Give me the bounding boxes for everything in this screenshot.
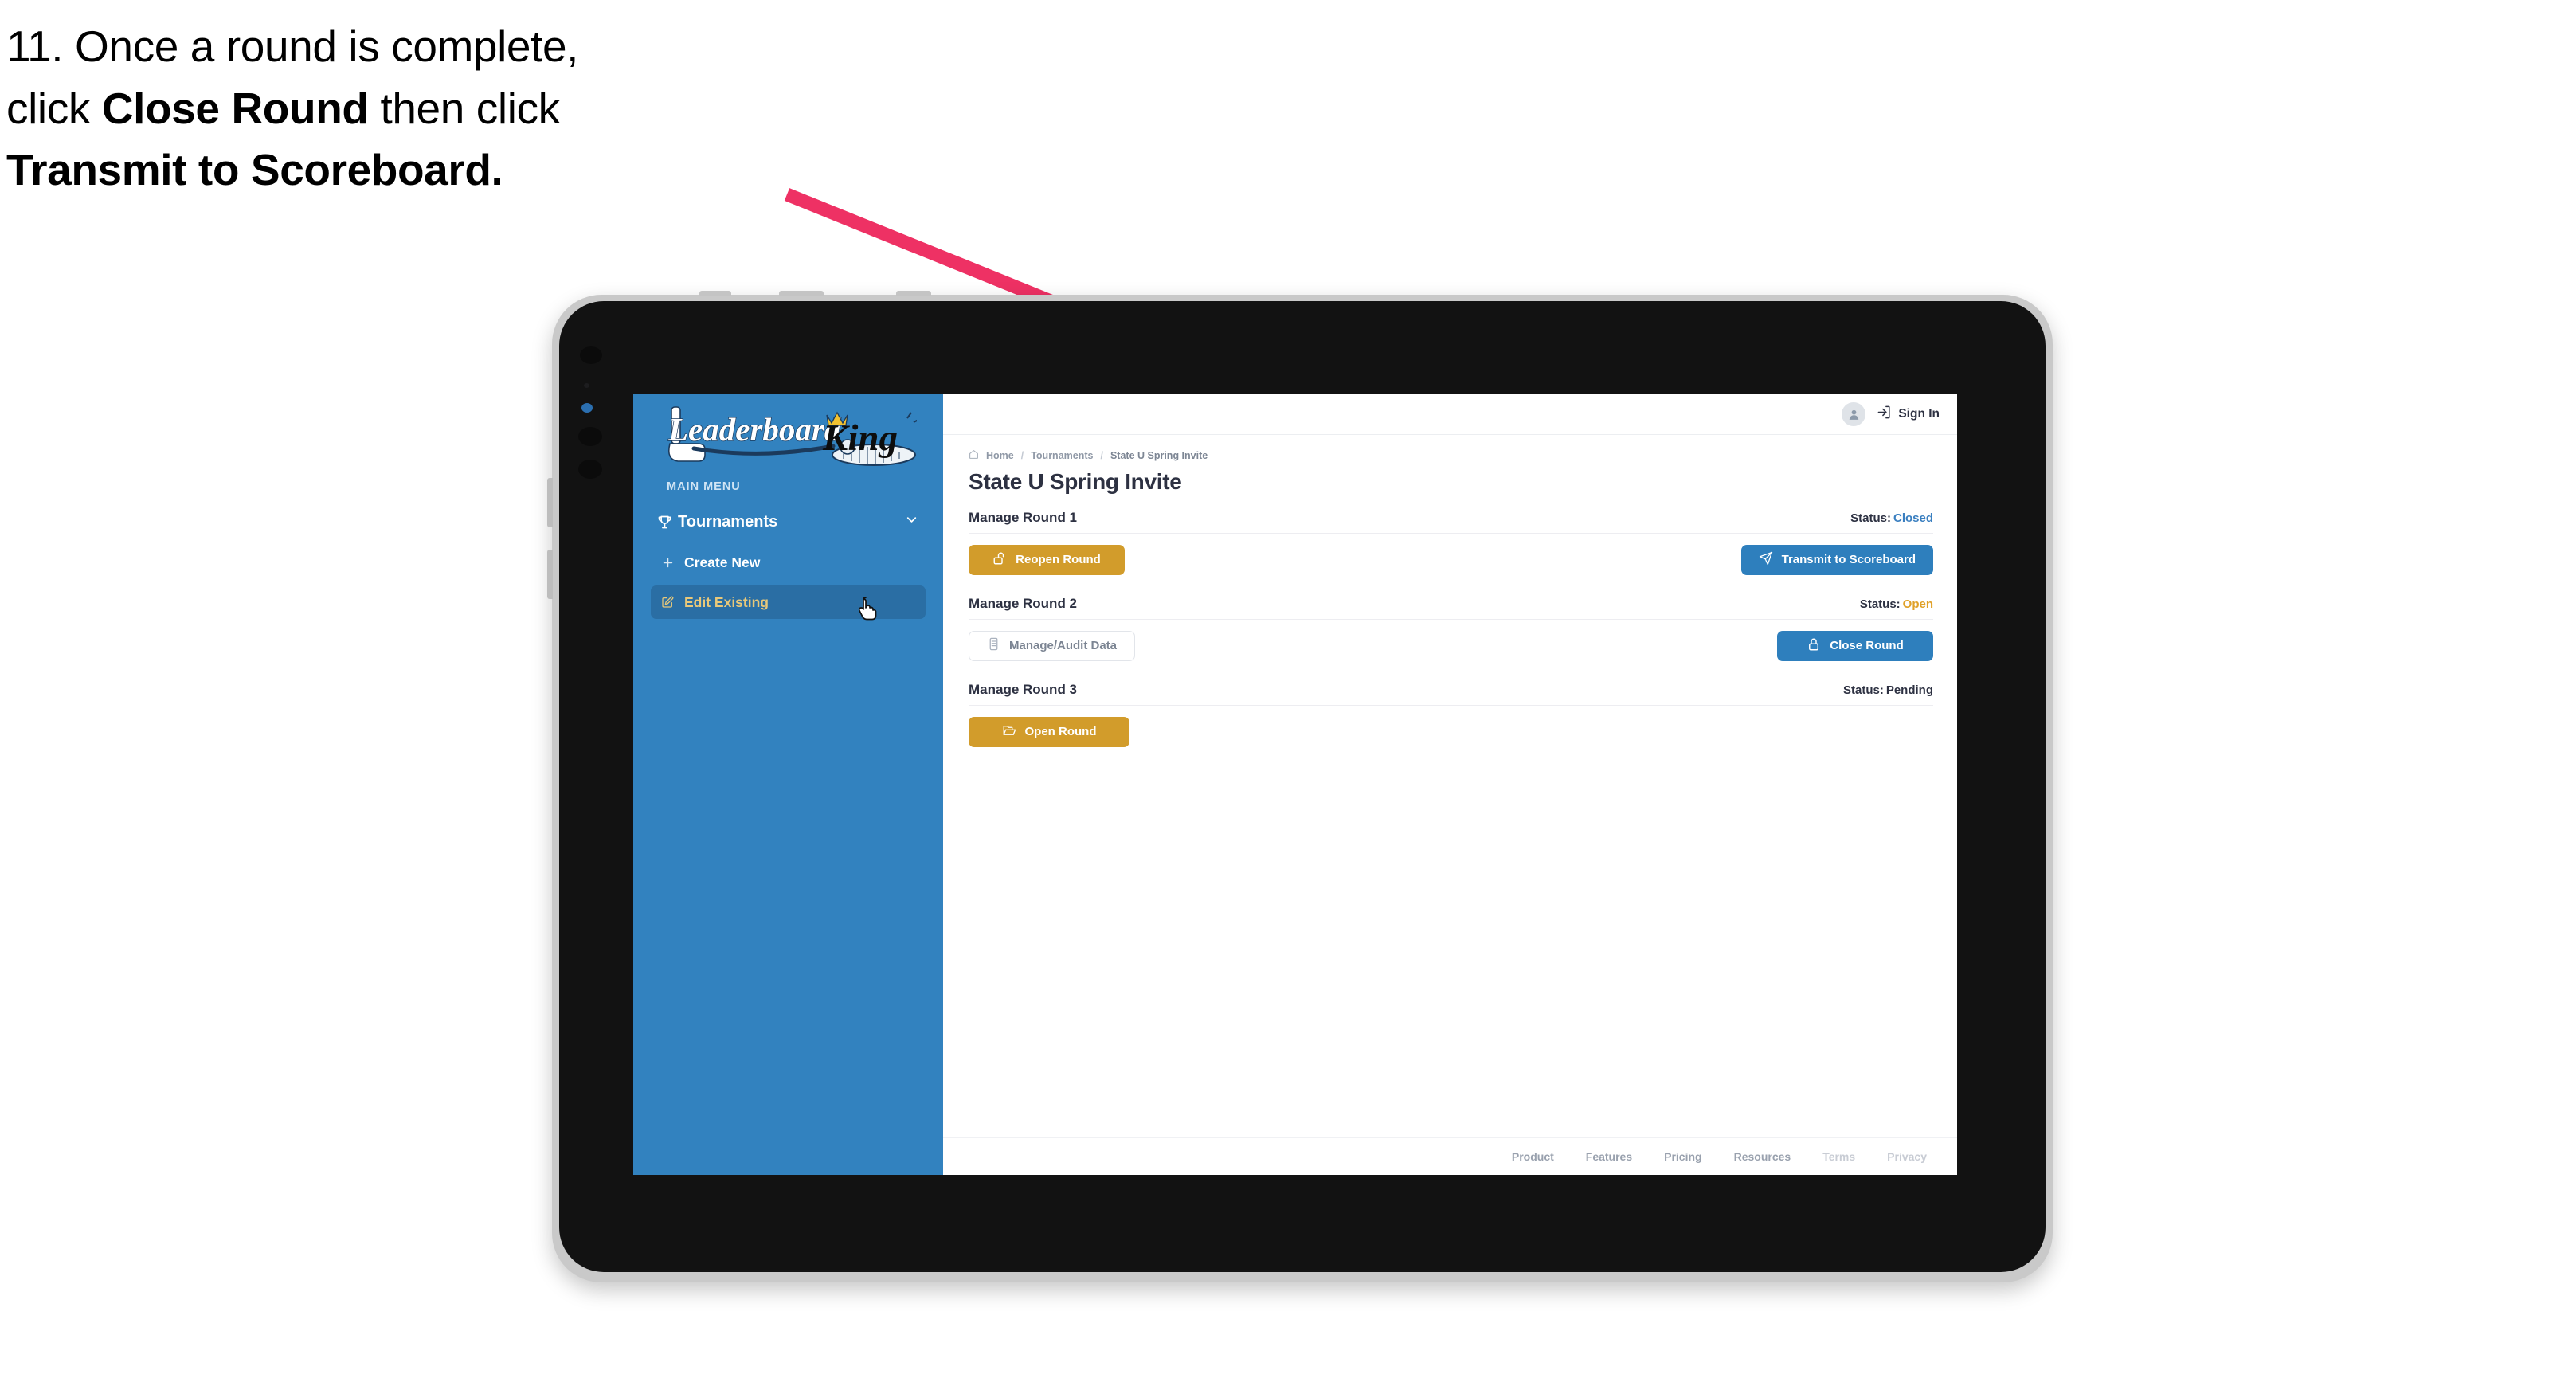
sidebar-item-create-new[interactable]: Create New: [651, 546, 926, 579]
button-label: Reopen Round: [1016, 553, 1101, 567]
sidebar-item-label: Create New: [684, 554, 761, 570]
top-bar: Sign In: [943, 394, 1957, 435]
tablet-top-button-3: [896, 291, 931, 296]
breadcrumb-separator: /: [1100, 450, 1103, 461]
caption-line-1: 11. Once a round is complete,: [6, 22, 579, 71]
footer-link-terms[interactable]: Terms: [1822, 1150, 1855, 1163]
sidebar-item-tournaments[interactable]: Tournaments: [651, 506, 926, 538]
sidebar: Leaderboard King MAIN MENU Tournaments C…: [633, 394, 943, 1175]
main-content: Sign In Home / Tournaments / State U Spr…: [943, 394, 1957, 1175]
sidebar-item-label: Tournaments: [678, 512, 778, 531]
reopen-round-button[interactable]: Reopen Round: [969, 544, 1125, 575]
chevron-down-icon[interactable]: [904, 512, 919, 532]
round-title: Manage Round 3: [969, 681, 1078, 697]
tablet-indicator-led: [581, 403, 593, 413]
lock-icon: [1807, 637, 1821, 655]
breadcrumb-item-tournaments[interactable]: Tournaments: [1031, 450, 1093, 461]
sidebar-item-edit-existing[interactable]: Edit Existing: [651, 585, 926, 619]
status-badge: Status: Pending: [1843, 683, 1933, 697]
status-value: Open: [1902, 597, 1933, 611]
sign-in-button[interactable]: Sign In: [1877, 405, 1940, 424]
round-header: Manage Round 3 Status: Pending: [969, 682, 1933, 706]
button-label: Manage/Audit Data: [1009, 639, 1118, 653]
round-section-3: Manage Round 3 Status: Pending Open Round: [969, 682, 1933, 747]
transmit-to-scoreboard-button[interactable]: Transmit to Scoreboard: [1740, 544, 1933, 575]
breadcrumb-item-current: State U Spring Invite: [1110, 450, 1208, 461]
footer-link-product[interactable]: Product: [1512, 1150, 1554, 1163]
button-label: Close Round: [1830, 639, 1904, 653]
status-value: Closed: [1893, 511, 1933, 525]
tablet-sensor-dot: [584, 383, 589, 388]
round-actions: Manage/Audit Data Close Round: [969, 630, 1933, 661]
manage-audit-data-button[interactable]: Manage/Audit Data: [969, 630, 1136, 661]
user-avatar-icon[interactable]: [1842, 402, 1866, 426]
instruction-caption: 11. Once a round is complete, click Clos…: [6, 16, 867, 202]
status-label: Status:: [1859, 597, 1901, 611]
sidebar-section-label: MAIN MENU: [667, 480, 741, 493]
status-badge: Status: Open: [1860, 597, 1933, 611]
folder-open-icon: [1002, 723, 1016, 741]
home-icon[interactable]: [969, 449, 979, 462]
open-round-button[interactable]: Open Round: [969, 716, 1129, 747]
page-title: State U Spring Invite: [969, 469, 1182, 494]
tablet-top-button-1: [699, 291, 731, 296]
tablet-top-button-2: [779, 291, 824, 296]
sign-in-label: Sign In: [1898, 407, 1940, 421]
plus-icon: [651, 556, 684, 570]
round-actions: Reopen Round Transmit to Scoreboard: [969, 544, 1933, 575]
footer: Product Features Pricing Resources Terms…: [943, 1137, 1957, 1175]
mouse-cursor-pointer: [858, 597, 879, 621]
breadcrumb-separator: /: [1020, 450, 1024, 461]
footer-link-pricing[interactable]: Pricing: [1664, 1150, 1701, 1163]
button-label: Transmit to Scoreboard: [1781, 553, 1916, 567]
page-content: Home / Tournaments / State U Spring Invi…: [943, 435, 1957, 1137]
tablet-speaker-2: [578, 460, 602, 479]
clipboard-icon: [987, 637, 1000, 654]
footer-link-resources[interactable]: Resources: [1734, 1150, 1791, 1163]
status-label: Status:: [1842, 683, 1884, 697]
paper-plane-icon: [1759, 551, 1773, 569]
svg-text:Leaderboard: Leaderboard: [667, 411, 841, 448]
edit-pencil-icon: [651, 596, 684, 609]
status-value: Pending: [1885, 683, 1933, 697]
breadcrumb: Home / Tournaments / State U Spring Invi…: [969, 449, 1933, 462]
unlock-icon: [992, 551, 1007, 569]
close-round-button[interactable]: Close Round: [1777, 630, 1933, 661]
caption-line-3: Transmit to Scoreboard.: [6, 145, 503, 195]
app-logo[interactable]: Leaderboard King: [654, 401, 921, 471]
app-screen: Leaderboard King MAIN MENU Tournaments C…: [633, 394, 1957, 1175]
caption-line-2: click Close Round then click: [6, 83, 560, 133]
tablet-side-button-2: [547, 550, 553, 599]
round-title: Manage Round 2: [969, 595, 1078, 611]
button-label: Open Round: [1024, 725, 1097, 739]
svg-text:King: King: [822, 417, 898, 459]
sidebar-item-label: Edit Existing: [684, 593, 769, 610]
round-header: Manage Round 2 Status: Open: [969, 596, 1933, 620]
footer-link-privacy[interactable]: Privacy: [1887, 1150, 1927, 1163]
tablet-side-button-1: [547, 478, 553, 527]
status-label: Status:: [1850, 511, 1891, 525]
trophy-icon: [651, 514, 678, 531]
status-badge: Status: Closed: [1850, 511, 1933, 525]
round-section-2: Manage Round 2 Status: Open Manage/Audit …: [969, 596, 1933, 661]
round-section-1: Manage Round 1 Status: Closed Reopen Roun…: [969, 510, 1933, 575]
breadcrumb-item-home[interactable]: Home: [986, 450, 1014, 461]
tablet-camera-lens: [580, 346, 602, 364]
tablet-speaker-1: [578, 427, 602, 446]
round-actions: Open Round: [969, 716, 1933, 747]
round-title: Manage Round 1: [969, 509, 1078, 525]
round-header: Manage Round 1 Status: Closed: [969, 510, 1933, 534]
footer-link-features[interactable]: Features: [1586, 1150, 1632, 1163]
sign-in-arrow-icon: [1877, 405, 1892, 424]
